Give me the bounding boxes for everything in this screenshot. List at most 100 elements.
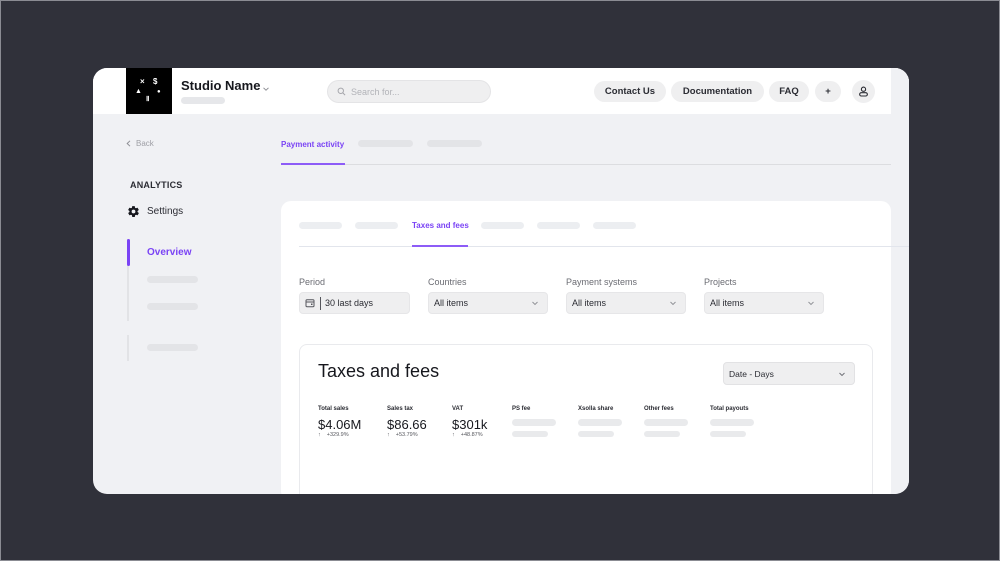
metric-delta-placeholder [710,431,746,437]
studio-subtitle-placeholder [181,97,225,104]
metric-other-fees: Other fees [644,406,688,437]
metric-value-placeholder [710,419,754,426]
subtab-placeholder[interactable] [593,222,636,229]
logo-glyph: ▲ [135,88,142,95]
user-menu-button[interactable] [852,80,875,103]
add-button[interactable]: + [815,81,841,102]
metric-value: $86.66 [387,417,427,432]
delta-value: +53.79% [395,432,418,438]
metric-xsolla-share: Xsolla share [578,406,622,437]
date-grouping-value: Date - Days [729,368,774,379]
metric-label: PS fee [512,406,531,412]
chevron-down-icon [532,301,538,306]
taxes-and-fees-card: Taxes and fees Date - Days Total sales $… [299,344,873,494]
metric-value: $301k [452,417,488,432]
search-box[interactable] [327,80,491,103]
metric-label: VAT [452,406,464,412]
metric-label: Total payouts [710,406,749,412]
delta-value: +48.87% [460,432,483,438]
period-value: 30 last days [325,298,374,308]
sidebar-section-title: ANALYTICS [130,180,183,190]
chevron-down-icon [808,301,814,306]
tabs-divider [281,164,891,165]
chevron-down-icon [839,372,845,376]
tab-placeholder[interactable] [427,140,482,147]
projects-select[interactable]: All items [704,292,824,314]
calendar-icon [305,299,315,308]
metric-label: Other fees [644,406,674,412]
sidebar-item-settings[interactable]: Settings [127,205,183,218]
search-icon [337,87,346,96]
payment-systems-select[interactable]: All items [566,292,686,314]
metric-label: Xsolla share [578,406,614,412]
logo-glyph: $ [153,77,158,86]
metric-label: Sales tax [387,406,414,412]
metric-value: $4.06M [318,417,362,432]
metric-sales-tax: Sales tax $86.66 ↑ +53.79% [387,406,427,438]
subtab-placeholder[interactable] [537,222,580,229]
back-link[interactable]: Back [126,139,154,148]
chevron-down-icon[interactable] [261,84,271,94]
back-label: Back [136,139,154,148]
sidebar-item-placeholder[interactable] [147,276,198,283]
studio-logo[interactable]: × $ ▲ ● Ⅱ [126,68,172,114]
page-margin [891,68,909,494]
metric-delta: ↑ +329.9% [318,432,361,438]
documentation-button[interactable]: Documentation [671,81,764,102]
metric-total-payouts: Total payouts [710,406,754,437]
nav-active-indicator [127,239,130,266]
arrow-up-icon: ↑ [387,432,390,438]
countries-value: All items [434,298,469,308]
card-title: Taxes and fees [318,361,440,381]
settings-label: Settings [147,206,184,217]
tab-placeholder[interactable] [358,140,413,147]
subtab-placeholder[interactable] [299,222,342,229]
active-subtab-indicator [412,245,468,247]
logo-glyph: × [140,77,145,86]
metric-vat: VAT $301k ↑ +48.87% [452,406,487,438]
search-input[interactable] [351,86,481,97]
period-picker[interactable]: 30 last days [299,292,410,314]
sidebar-item-overview[interactable]: Overview [147,247,191,258]
period-label: Period [299,277,326,287]
subtabs-divider [299,246,909,247]
metric-total-sales: Total sales $4.06M ↑ +329.9% [318,406,361,438]
metric-value-placeholder [644,419,688,426]
delta-value: +329.9% [326,432,349,438]
subtab-placeholder[interactable] [481,222,524,229]
chevron-left-icon [126,140,131,147]
contact-us-button[interactable]: Contact Us [594,81,666,102]
arrow-up-icon: ↑ [318,432,321,438]
metric-delta-placeholder [512,431,548,437]
date-grouping-select[interactable]: Date - Days [723,362,855,385]
countries-select[interactable]: All items [428,292,548,314]
tab-taxes-and-fees[interactable]: Taxes and fees [412,221,469,230]
metric-ps-fee: PS fee [512,406,556,437]
content-panel: Taxes and fees Period 30 last days Count… [281,201,909,494]
metric-delta: ↑ +53.79% [387,432,427,438]
projects-label: Projects [704,277,737,287]
sidebar-item-placeholder[interactable] [147,303,198,310]
user-icon [859,86,868,97]
metric-value-placeholder [512,419,556,426]
logo-glyph: Ⅱ [146,96,150,103]
top-header: × $ ▲ ● Ⅱ Studio Name Contact Us Documen… [93,68,909,114]
subtab-placeholder[interactable] [355,222,398,229]
metric-delta-placeholder [644,431,680,437]
nav-rail [127,335,129,361]
countries-label: Countries [428,277,467,287]
metric-value-placeholder [578,419,622,426]
studio-name[interactable]: Studio Name [181,78,260,93]
tab-payment-activity[interactable]: Payment activity [281,140,344,149]
arrow-up-icon: ↑ [452,432,455,438]
sidebar-item-placeholder[interactable] [147,344,198,351]
app-window: × $ ▲ ● Ⅱ Studio Name Contact Us Documen… [93,68,909,494]
payment-systems-value: All items [572,298,607,308]
metric-delta-placeholder [578,431,614,437]
projects-value: All items [710,298,745,308]
active-tab-indicator [281,163,345,165]
faq-button[interactable]: FAQ [769,81,809,102]
gear-icon [128,206,139,217]
logo-glyph: ● [157,89,161,95]
chevron-down-icon [670,301,676,306]
